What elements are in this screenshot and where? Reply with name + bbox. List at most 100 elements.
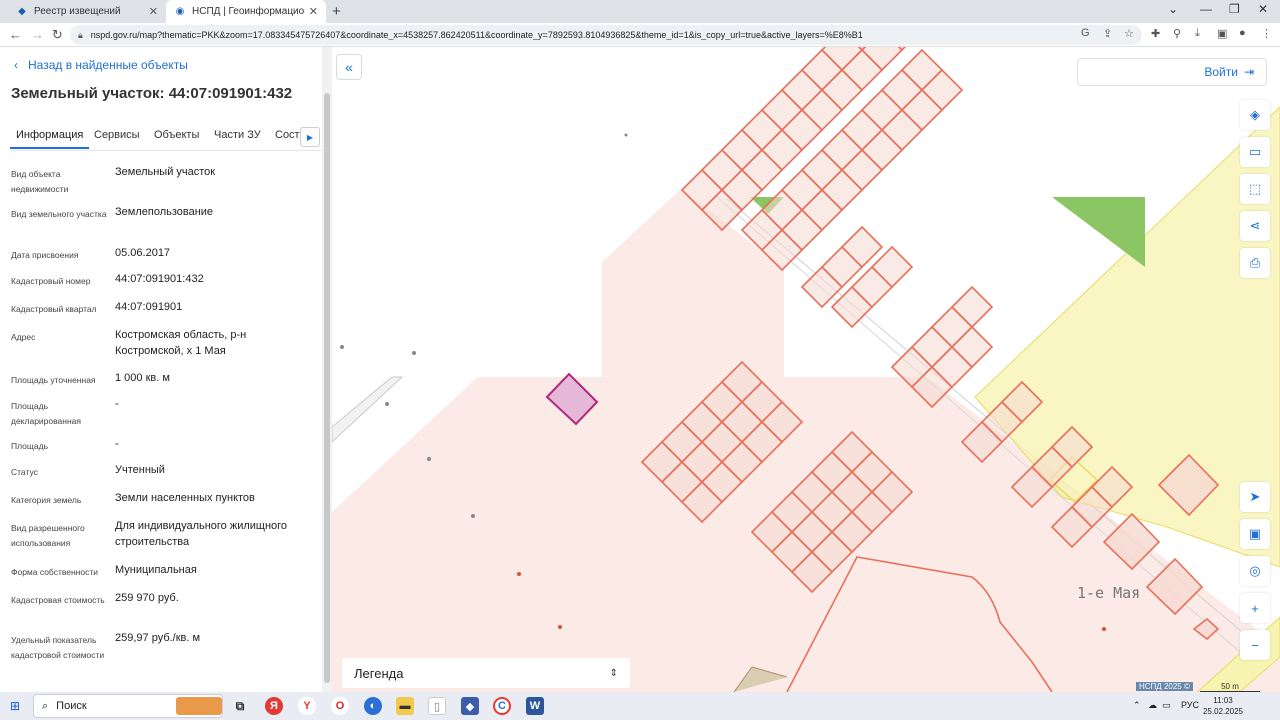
extensions-icon[interactable]: ✚ [1151, 27, 1160, 40]
pin-icon[interactable]: ⚲ [1173, 27, 1181, 40]
share-button[interactable]: ⋖ [1240, 211, 1270, 241]
minimap-button[interactable]: ▣ [1240, 519, 1270, 549]
close-icon[interactable]: ✕ [149, 5, 158, 18]
ruler-button[interactable]: ▭ [1240, 137, 1270, 167]
tile-gap [332, 47, 602, 377]
lock-icon: 🔒︎ [78, 29, 83, 40]
opera-icon[interactable]: O [331, 697, 349, 715]
field-value: Учтенный [115, 464, 165, 476]
scale-bar: 50 m [1200, 682, 1260, 692]
explorer-icon[interactable]: ▬ [396, 697, 414, 715]
url-text: nspd.gov.ru/map?thematic=PKK&zoom=17.083… [90, 30, 863, 40]
back-arrow-icon[interactable]: ← [9, 27, 22, 42]
street-label: 1-е Мая [1077, 584, 1141, 602]
print-button[interactable]: ⎙ [1240, 248, 1270, 278]
yandex-icon[interactable]: Я [265, 697, 283, 715]
field-value: Костромская область, р-н Костромской, х … [115, 329, 247, 357]
network-icon[interactable]: ▭ [1162, 700, 1171, 711]
back-to-results-link[interactable]: ‹ Назад в найденные объекты [14, 58, 188, 72]
download-icon[interactable]: ⤓ [1195, 27, 1200, 40]
tab-label: НСПД | Геоинформационный п [192, 6, 305, 17]
field-label: Кадастровая стоимость [11, 595, 105, 605]
collapse-panel-button[interactable]: « [336, 54, 362, 80]
tray-expand-icon[interactable]: ⌃ [1133, 700, 1141, 711]
zoom-out-icon: − [1251, 637, 1259, 653]
reload-icon[interactable]: ↻ [52, 27, 63, 43]
locate-icon: ➤ [1249, 489, 1261, 504]
file-icon[interactable]: ▯ [428, 697, 446, 715]
field-value: 05.06.2017 [115, 247, 171, 259]
clock[interactable]: 11:03 25.02.2025 [1198, 695, 1248, 717]
scrollbar-thumb[interactable] [324, 93, 330, 683]
field-value: - [115, 398, 119, 410]
share-icon: ⋖ [1249, 218, 1261, 233]
yandex-browser-icon[interactable]: Y [298, 697, 316, 715]
task-view-icon[interactable]: ⧉ [231, 697, 249, 715]
restore-icon[interactable]: ❐ [1229, 2, 1240, 16]
field-label: Адрес [11, 332, 36, 342]
browser-tab-bar: ◆ Реестр извещений ✕ ◉ НСПД | Геоинформа… [0, 0, 1280, 23]
field-label: Удельный показатель кадастровой стоимост… [11, 635, 105, 660]
field-label: Вид разрешенного использования [11, 523, 85, 548]
panel-scrollbar[interactable] [322, 47, 332, 692]
layers-icon: ◈ [1250, 107, 1260, 122]
cloud-icon[interactable]: ☁ [1148, 700, 1157, 711]
tab-services[interactable]: Сервисы [94, 129, 140, 141]
field-value: Земельный участок [115, 166, 216, 178]
zoom-out-button[interactable]: − [1240, 630, 1270, 660]
chevron-down-icon[interactable]: ⌄ [1168, 2, 1178, 16]
url-field[interactable]: 🔒︎ nspd.gov.ru/map?thematic=PKK&zoom=17.… [70, 25, 1142, 45]
road [332, 376, 404, 443]
tab-parts[interactable]: Части ЗУ [214, 129, 261, 141]
login-button[interactable]: Войти ⇥ [1077, 58, 1267, 86]
search-label: Поиск [56, 700, 87, 712]
share-page-icon[interactable]: ⇪ [1103, 27, 1112, 40]
field-value: 259 970 руб. [115, 592, 179, 604]
bookmark-star-icon[interactable]: ☆ [1124, 27, 1134, 40]
minimize-icon[interactable]: — [1200, 2, 1212, 16]
app-icon[interactable]: ◆ [461, 697, 479, 715]
field-label: Площадь уточненная [11, 375, 96, 385]
minimap-icon: ▣ [1248, 526, 1262, 541]
map-view[interactable]: « Войти ⇥ ◈ ▭ ⬚ ⋖ ⎙ ➤ ▣ ◎ + − 1-е Мая Ле… [332, 47, 1280, 692]
sidebar-icon[interactable]: ▣ [1217, 27, 1227, 40]
info-tabs: Информация Сервисы Объекты Части ЗУ Сост… [9, 127, 322, 151]
news-widget-icon[interactable] [176, 697, 222, 715]
google-icon[interactable]: G [1081, 27, 1090, 39]
new-tab-icon[interactable]: + [332, 3, 341, 20]
geolocation-icon: ◎ [1249, 563, 1261, 578]
profile-icon[interactable]: ● [1239, 27, 1246, 39]
field-label: Кадастровый квартал [11, 304, 97, 314]
browser-icon[interactable]: ◐ [364, 697, 382, 715]
legend-label: Легенда [354, 665, 404, 681]
language-indicator[interactable]: РУС [1181, 700, 1199, 710]
menu-dots-icon[interactable]: ⋮ [1261, 27, 1272, 40]
windows-start-icon[interactable]: ⊞ [10, 699, 20, 713]
tab-information[interactable]: Информация [9, 129, 90, 149]
layers-button[interactable]: ◈ [1240, 100, 1270, 130]
field-label: Площадь [11, 441, 49, 451]
window-close-icon[interactable]: ✕ [1258, 2, 1268, 16]
close-icon[interactable]: ✕ [309, 5, 318, 18]
zone-green [1052, 197, 1145, 267]
field-value: 44:07:091901:432 [115, 273, 204, 285]
address-bar: ← → ↻ 🔒︎ nspd.gov.ru/map?thematic=PKK&zo… [0, 23, 1280, 47]
select-area-button[interactable]: ⬚ [1240, 174, 1270, 204]
forward-arrow-icon[interactable]: → [31, 27, 44, 42]
tabs-scroll-right-button[interactable]: ▶ [300, 127, 320, 147]
tab-nspd[interactable]: ◉ НСПД | Геоинформационный п ✕ [166, 0, 326, 23]
tab-registry[interactable]: ◆ Реестр извещений ✕ [8, 0, 166, 23]
field-label: Форма собственности [11, 567, 98, 577]
chrome-icon[interactable]: C [493, 697, 511, 715]
login-label: Войти [1204, 65, 1238, 79]
locate-button[interactable]: ➤ [1240, 482, 1270, 512]
word-icon[interactable]: W [526, 697, 544, 715]
field-value: Муниципальная [115, 564, 197, 576]
tab-objects[interactable]: Объекты [154, 129, 199, 141]
page-title: Земельный участок: 44:07:091901:432 [11, 85, 293, 102]
geolocation-button[interactable]: ◎ [1240, 556, 1270, 586]
zoom-in-button[interactable]: + [1240, 593, 1270, 623]
legend-dropdown[interactable]: Легенда ⇕ [342, 658, 630, 688]
field-value: 44:07:091901 [115, 301, 183, 313]
clock-time: 11:03 [1213, 696, 1233, 705]
